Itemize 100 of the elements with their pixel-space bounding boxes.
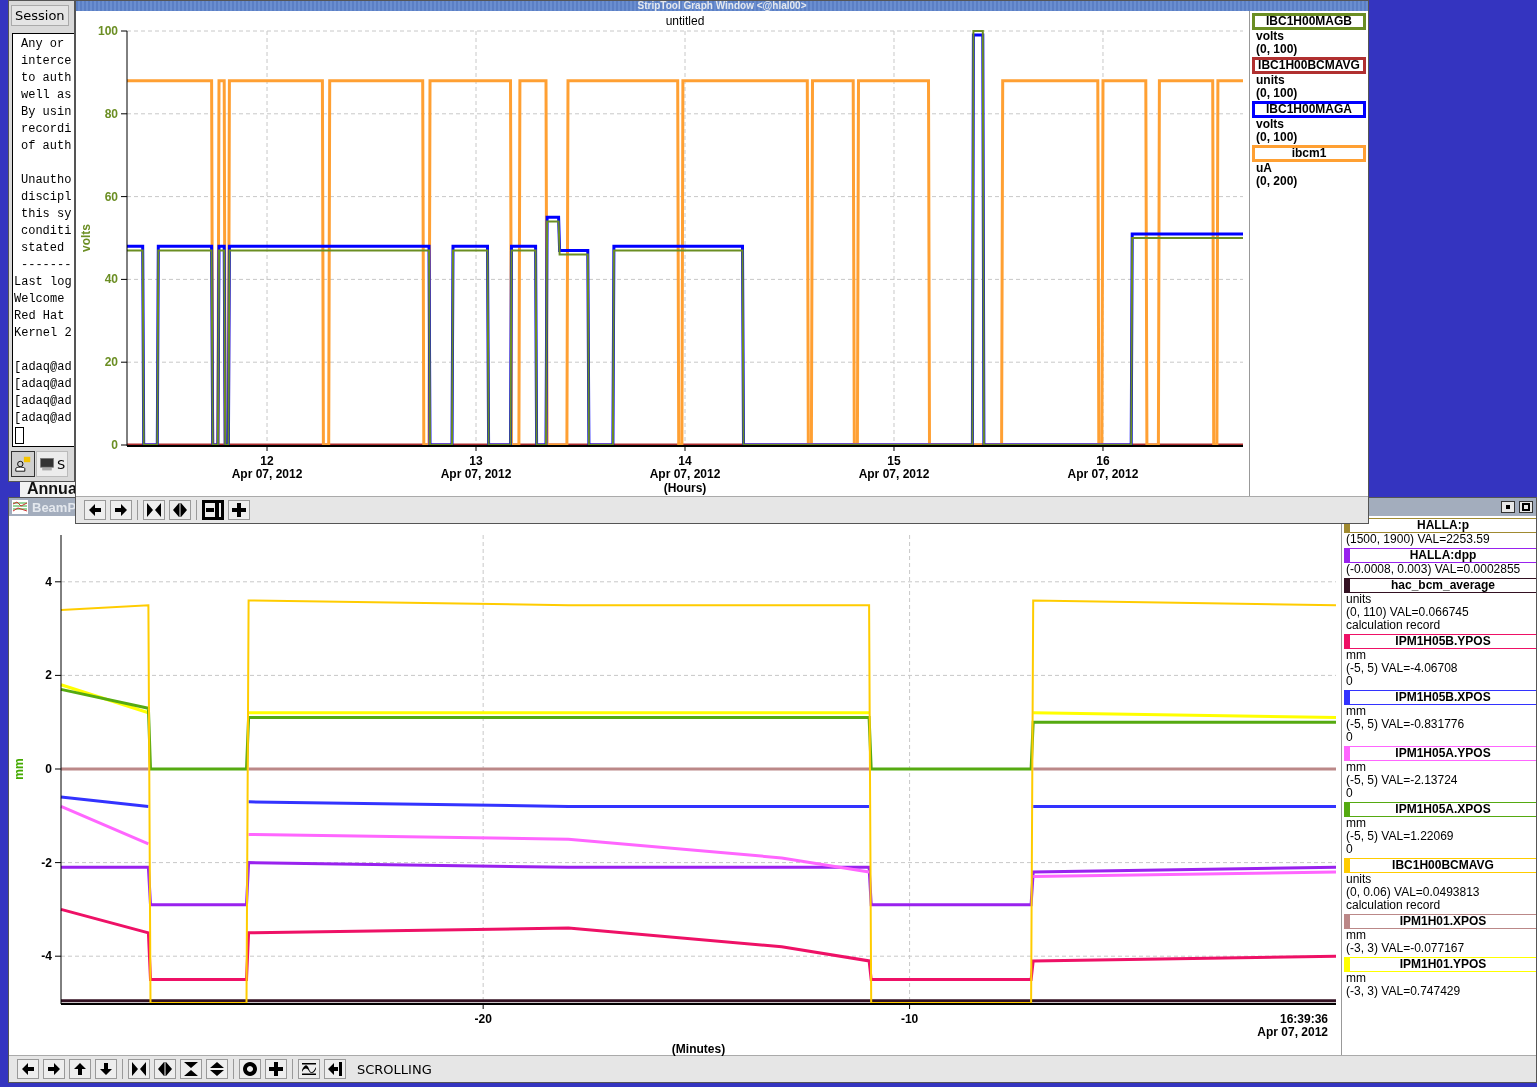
legend-text: uA <box>1255 162 1273 175</box>
axis-tick-label: -4 <box>41 949 52 964</box>
terminal-line: well as <box>20 87 73 104</box>
legend-text: mm <box>1345 972 1367 985</box>
legend-text: (-5, 5) VAL=-0.831776 <box>1345 718 1466 731</box>
terminal-line: Kernel 2 <box>13 325 73 342</box>
legend-header: IPM1H05B.YPOS <box>1344 634 1536 649</box>
legend-text: (0, 110) VAL=0.066745 <box>1345 606 1470 619</box>
legend-text: units <box>1345 593 1373 606</box>
terminal-line: [adaq@ad <box>13 410 73 427</box>
axis-tick-label: 0 <box>45 762 52 776</box>
legend-text: units <box>1345 873 1373 886</box>
chart-title: untitled <box>665 14 705 28</box>
legend-text: (-3, 3) VAL=0.747429 <box>1345 985 1462 998</box>
legend-header: IPM1H05A.YPOS <box>1344 746 1536 761</box>
axis-tick-label: 12 <box>260 454 274 468</box>
terminal-line: of auth <box>20 138 73 155</box>
axis-tick-label: 0 <box>111 438 118 452</box>
legend-header: ibcm1 <box>1252 145 1366 162</box>
legend-text: calculation record <box>1345 899 1442 912</box>
axis-tick-label: 16 <box>1096 454 1110 468</box>
legend-text: mm <box>1345 929 1367 942</box>
axis-tick-label: -20 <box>474 1012 492 1026</box>
mode-status: SCROLLING <box>357 1061 432 1077</box>
legend-header: hac_bcm_average <box>1344 578 1536 593</box>
legend-header: IBC1H00BCMAVG <box>1252 57 1366 74</box>
terminal-line: [adaq@ad <box>13 393 73 410</box>
legend-header: IPM1H05A.XPOS <box>1344 802 1536 817</box>
axis-title: mm <box>12 758 26 780</box>
legend-text: 0 <box>1345 787 1353 800</box>
legend-text: 0 <box>1345 675 1353 688</box>
axis-tick-label: 80 <box>104 106 118 121</box>
axis-tick-label: 2 <box>45 668 52 683</box>
legend-text: mm <box>1345 817 1367 830</box>
terminal-line: Last log <box>13 274 73 291</box>
terminal-line: [adaq@ad <box>13 359 73 376</box>
legend-text: 0 <box>1345 731 1353 744</box>
legend-header: IPM1H01.YPOS <box>1344 957 1536 972</box>
legend-header: IBC1H00MAGA <box>1252 101 1366 118</box>
legend-header: IPM1H05B.XPOS <box>1344 690 1536 705</box>
legend-text: (0, 100) <box>1255 131 1299 144</box>
terminal-line: conditi <box>20 223 73 240</box>
terminal-line: Red Hat <box>13 308 66 325</box>
axis-date-label: Apr 07, 2012 <box>1067 467 1139 481</box>
terminal-line: discipl <box>20 189 73 206</box>
terminal-line: ------- <box>20 257 73 274</box>
legend-header: IBC1H00MAGB <box>1252 13 1366 30</box>
axis-date-label: Apr 07, 2012 <box>231 467 303 481</box>
legend-text: mm <box>1345 761 1367 774</box>
axis-title: (Minutes) <box>671 1042 726 1056</box>
terminal-line: recordi <box>20 121 73 138</box>
axis-date-label: Apr 07, 2012 <box>858 467 930 481</box>
legend-text: (0, 100) <box>1255 43 1299 56</box>
axis-tick-label: 4 <box>45 574 52 589</box>
axis-end-label: 16:39:36 <box>1279 1012 1328 1026</box>
axis-tick-label: 13 <box>469 454 483 468</box>
axis-date-label: Apr 07, 2012 <box>649 467 721 481</box>
legend-text: (0, 0.06) VAL=0.0493813 <box>1345 886 1481 899</box>
axis-tick-label: 60 <box>104 189 118 204</box>
window-title: BeamP <box>32 500 77 514</box>
axis-title: (Hours) <box>663 481 707 495</box>
legend-text: volts <box>1255 118 1285 131</box>
page-heading: Annua <box>27 480 77 497</box>
legend-text: (-5, 5) VAL=1.22069 <box>1345 830 1455 843</box>
legend-text: 0 <box>1345 843 1353 856</box>
legend-text: (-3, 3) VAL=-0.077167 <box>1345 942 1466 955</box>
terminal-line: By usin <box>20 104 73 121</box>
terminal-line: Unautho <box>20 172 73 189</box>
axis-end-label: Apr 07, 2012 <box>1257 1025 1328 1039</box>
axis-tick-label: 15 <box>887 454 901 468</box>
axis-tick-label: 20 <box>104 355 118 370</box>
legend-text: (-5, 5) VAL=-4.06708 <box>1345 662 1459 675</box>
axis-tick-label: 40 <box>104 272 118 287</box>
terminal-line: to auth <box>20 70 73 87</box>
legend-text: volts <box>1255 30 1285 43</box>
window-title: StripTool Graph Window <@hlal00> <box>637 1 807 11</box>
legend-text: units <box>1255 74 1286 87</box>
axis-tick-label: 100 <box>97 24 118 38</box>
legend-text: mm <box>1345 705 1367 718</box>
axis-date-label: Apr 07, 2012 <box>440 467 512 481</box>
legend-text: (0, 200) <box>1255 175 1299 188</box>
terminal-line: interce <box>20 53 73 70</box>
axis-tick-label: 14 <box>678 454 692 468</box>
terminal-line: Any or <box>20 36 66 53</box>
legend-header: IPM1H01.XPOS <box>1344 914 1536 929</box>
terminal-line: [adaq@ad <box>13 376 73 393</box>
legend-header: HALLA:dpp <box>1344 548 1536 563</box>
legend-text: (1500, 1900) VAL=2253.59 <box>1345 533 1491 546</box>
axis-tick-label: -10 <box>900 1012 919 1026</box>
axis-tick-label: -2 <box>41 855 52 870</box>
terminal-line: stated <box>20 240 66 257</box>
legend-text: (0, 100) <box>1255 87 1299 100</box>
legend-text: mm <box>1345 649 1367 662</box>
axis-title: volts <box>79 224 93 252</box>
legend-text: calculation record <box>1345 619 1442 632</box>
legend-text: (-0.0008, 0.003) VAL=0.0002855 <box>1345 563 1522 576</box>
terminal-line: this sy <box>20 206 73 223</box>
legend-text: (-5, 5) VAL=-2.13724 <box>1345 774 1459 787</box>
legend-header: IBC1H00BCMAVG <box>1344 858 1536 873</box>
terminal-line: Welcome <box>13 291 66 308</box>
